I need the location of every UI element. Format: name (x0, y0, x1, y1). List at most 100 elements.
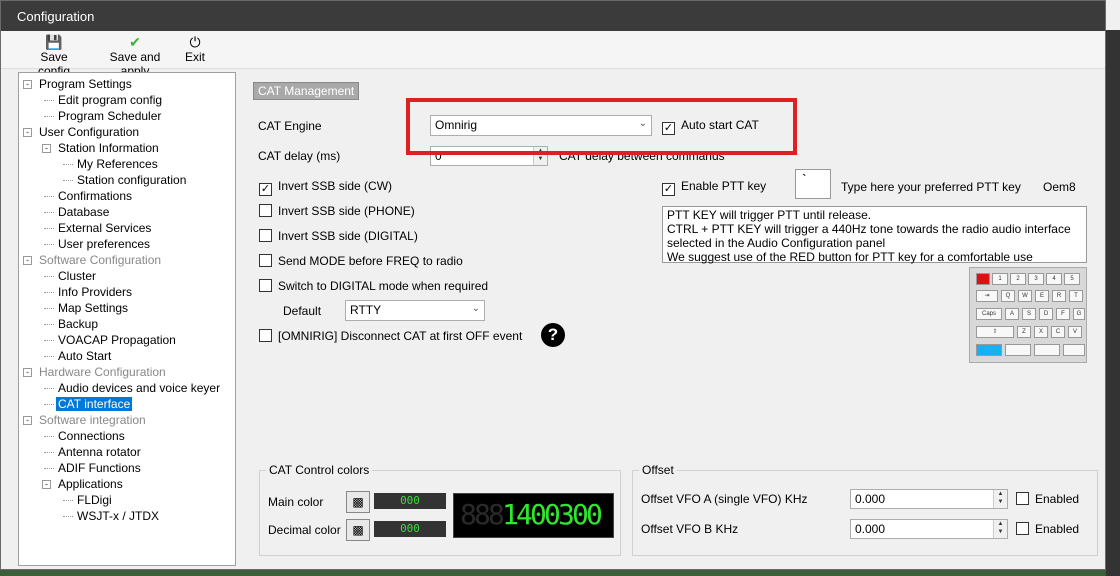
tree-collapse-icon[interactable]: - (23, 368, 32, 377)
omnirig-disconnect-label: [OMNIRIG] Disconnect CAT at first OFF ev… (278, 329, 523, 343)
tree-item[interactable]: Applications (56, 476, 125, 492)
default-mode-select[interactable]: RTTY ⌄ (345, 300, 485, 321)
tree-connector (44, 324, 54, 325)
key: ⇥ (976, 290, 998, 302)
tree-connector (44, 276, 54, 277)
tree-item[interactable]: Audio devices and voice keyer (56, 380, 222, 396)
decimal-color-value: 000 (374, 521, 446, 537)
option-checkbox[interactable]: Send MODE before FREQ to radio (259, 254, 463, 270)
offset-vfo-a-input[interactable]: 0.000 ▲ ▼ (850, 489, 1008, 509)
tree-item[interactable]: Edit program config (56, 92, 164, 108)
tree-collapse-icon[interactable]: - (23, 80, 32, 89)
key: E (1035, 290, 1049, 302)
tree-item[interactable]: User preferences (56, 236, 152, 252)
spin-buttons[interactable]: ▲ ▼ (993, 490, 1007, 508)
option-checkbox[interactable]: ✓ Invert SSB side (CW) (259, 179, 392, 196)
checkbox-box (259, 279, 272, 292)
tree-item[interactable]: Antenna rotator (56, 444, 143, 460)
tree-item[interactable]: Hardware Configuration (37, 364, 168, 380)
option-checkbox[interactable]: Invert SSB side (PHONE) (259, 204, 415, 220)
tree-item[interactable]: Cluster (56, 268, 98, 284)
key: A (1005, 308, 1019, 320)
paint-bucket-icon[interactable]: ▩ (346, 519, 370, 541)
tree-item-label: Antenna rotator (58, 445, 141, 459)
tree-item[interactable]: Station Information (56, 140, 161, 156)
tree-item[interactable]: Map Settings (56, 300, 130, 316)
tree-item[interactable]: Program Scheduler (56, 108, 163, 124)
ptt-info-line: We suggest use of the RED button for PTT… (667, 250, 1033, 264)
cat-colors-title: CAT Control colors (266, 463, 373, 477)
tree-item[interactable]: My References (75, 156, 160, 172)
offset-vfo-a-enabled-checkbox[interactable]: Enabled (1016, 492, 1079, 508)
lcd-digit: 0 (586, 498, 603, 531)
enabled-label: Enabled (1035, 522, 1080, 536)
lcd-digit: 3 (558, 498, 575, 531)
tree-item-label: User preferences (58, 237, 151, 251)
tree-connector (63, 516, 73, 517)
exit-button[interactable]: ⏻ Exit (183, 34, 207, 64)
tree-item[interactable]: Info Providers (56, 284, 134, 300)
checkbox-box (1016, 492, 1029, 505)
tree-connector (44, 116, 54, 117)
tree-item-label: My References (77, 157, 158, 171)
option-checkbox[interactable]: Switch to DIGITAL mode when required (259, 279, 488, 295)
vertical-scrollbar[interactable] (1106, 30, 1120, 576)
checkbox-box (259, 204, 272, 217)
floppy-icon: 💾 (45, 34, 63, 50)
tree-item[interactable]: WSJT-x / JTDX (75, 508, 161, 524)
tree-connector (44, 244, 54, 245)
frequency-lcd: 8881400300 (453, 493, 614, 538)
offset-vfo-b-enabled-checkbox[interactable]: Enabled (1016, 522, 1079, 538)
tree-item[interactable]: FLDigi (75, 492, 114, 508)
tree-collapse-icon[interactable]: - (23, 128, 32, 137)
ptt-info-line: selected in the Audio Configuration pane… (667, 236, 886, 250)
tree-item[interactable]: Connections (56, 428, 127, 444)
tree-connector (44, 196, 54, 197)
tree-item[interactable]: Software integration (37, 412, 148, 428)
tree-connector (63, 500, 73, 501)
enable-ptt-checkbox[interactable]: ✓ Enable PTT key (662, 179, 766, 196)
option-checkbox[interactable]: Invert SSB side (DIGITAL) (259, 229, 418, 245)
tree-connector (44, 452, 54, 453)
ptt-key-input[interactable]: ` (795, 169, 831, 199)
key: G (1073, 308, 1085, 320)
option-label: Invert SSB side (PHONE) (278, 204, 415, 218)
checkbox-box (1016, 522, 1029, 535)
offset-vfo-b-input[interactable]: 0.000 ▲ ▼ (850, 519, 1008, 539)
main-color-label: Main color (268, 495, 324, 509)
tree-item[interactable]: Software Configuration (37, 252, 163, 268)
cat-panel: CAT Management CAT Engine Omnirig ⌄ ✓ Aut… (246, 72, 1106, 566)
checkmark-icon: ✔ (129, 34, 141, 50)
omnirig-disconnect-checkbox[interactable]: [OMNIRIG] Disconnect CAT at first OFF ev… (259, 329, 522, 345)
paint-bucket-icon[interactable]: ▩ (346, 491, 370, 513)
help-icon[interactable]: ? (541, 323, 565, 347)
tree-collapse-icon[interactable]: - (23, 256, 32, 265)
tree-item[interactable]: External Services (56, 220, 153, 236)
tree-item[interactable]: Backup (56, 316, 100, 332)
checkbox-box (259, 229, 272, 242)
tree-item[interactable]: Station configuration (75, 172, 188, 188)
checkbox-box (259, 254, 272, 267)
tree-item[interactable]: VOACAP Propagation (56, 332, 178, 348)
tree-item[interactable]: ADIF Functions (56, 460, 143, 476)
tree-item-label: CAT interface (56, 397, 133, 411)
tree-collapse-icon[interactable]: - (23, 416, 32, 425)
checkbox-box: ✓ (662, 183, 675, 196)
tree-item[interactable]: User Configuration (37, 124, 141, 140)
tree-item[interactable]: Program Settings (37, 76, 134, 92)
key (1005, 344, 1031, 356)
option-label: Switch to DIGITAL mode when required (278, 279, 489, 293)
key: 1 (992, 273, 1008, 285)
tree-item[interactable]: Confirmations (56, 188, 134, 204)
key: C (1051, 326, 1065, 338)
tree-item[interactable]: Database (56, 204, 111, 220)
spin-buttons[interactable]: ▲ ▼ (993, 520, 1007, 538)
tree-item[interactable]: CAT interface (56, 396, 133, 412)
tree-item[interactable]: Auto Start (56, 348, 113, 364)
tree-connector (44, 468, 54, 469)
tree-collapse-icon[interactable]: - (42, 480, 51, 489)
tree-item-label: Connections (58, 429, 125, 443)
key (976, 344, 1002, 356)
tree-connector (44, 212, 54, 213)
tree-collapse-icon[interactable]: - (42, 144, 51, 153)
